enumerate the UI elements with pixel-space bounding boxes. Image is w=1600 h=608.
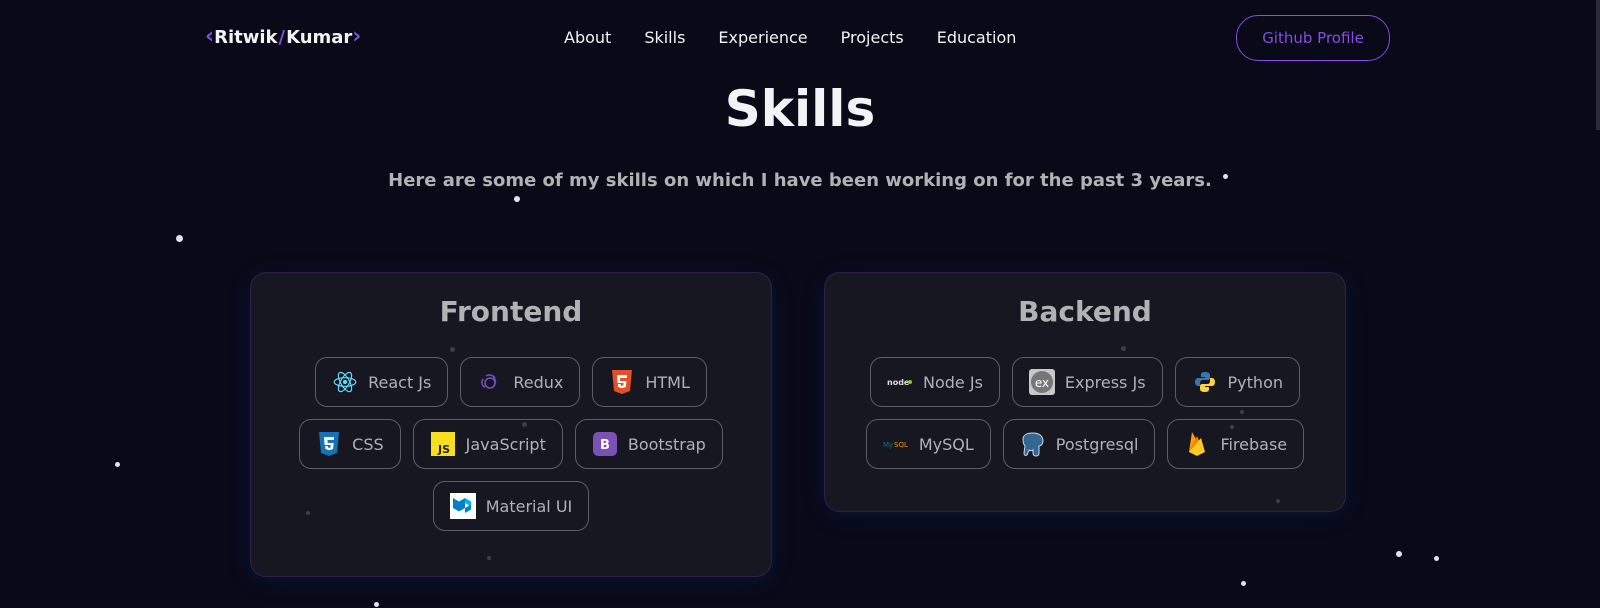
skill-label: JavaScript (465, 434, 546, 454)
svg-text:SQL: SQL (894, 441, 908, 449)
skill-list: React Js Redux HTML CSS JS JavaScript B … (251, 357, 771, 531)
star-dot (1434, 556, 1439, 561)
skill-chip: ex Express Js (1011, 357, 1163, 407)
chevron-left-icon: ‹ (205, 24, 215, 49)
skill-label: MySQL (918, 434, 974, 454)
logo-last-name: Kumar (286, 26, 353, 48)
skill-card-frontend: Frontend React Js Redux HTML CSS JS Java… (250, 272, 772, 577)
nav-link-projects[interactable]: Projects (841, 28, 904, 47)
python-icon (1192, 369, 1218, 395)
star-dot (522, 422, 527, 427)
star-dot (1276, 499, 1280, 503)
bootstrap-icon: B (592, 431, 618, 457)
skill-label: Python (1227, 372, 1283, 392)
navbar: ‹ Ritwik / Kumar › About Skills Experien… (0, 0, 1600, 76)
star-dot (1230, 425, 1234, 429)
nav-link-skills[interactable]: Skills (644, 28, 685, 47)
svg-text:ex: ex (1035, 376, 1049, 390)
star-dot (1240, 410, 1244, 414)
skill-chip: Postgresql (1002, 419, 1156, 469)
skill-label: Node Js (923, 372, 983, 392)
skill-chip: Firebase (1167, 419, 1305, 469)
star-dot (450, 347, 455, 352)
star-dot (176, 235, 183, 242)
skill-label: HTML (645, 372, 690, 392)
skill-chip: Material UI (432, 481, 590, 531)
svg-text:B: B (600, 438, 610, 453)
nodejs-icon: node (887, 369, 913, 395)
star-dot (1223, 174, 1228, 179)
skill-card-title: Frontend (439, 295, 583, 328)
skill-label: Postgresql (1055, 434, 1139, 454)
mysql-icon: My SQL (883, 431, 909, 457)
svg-text:My: My (883, 441, 893, 449)
svg-text:node: node (887, 378, 910, 387)
svg-text:JS: JS (437, 443, 450, 456)
section-subtitle: Here are some of my skills on which I ha… (388, 170, 1212, 191)
skill-label: React Js (368, 372, 432, 392)
skill-chip: JS JavaScript (412, 419, 563, 469)
skill-label: Express Js (1064, 372, 1146, 392)
skill-label: Redux (513, 372, 564, 392)
section-title: Skills (724, 80, 876, 138)
star-dot (115, 462, 120, 467)
html5-icon (609, 369, 635, 395)
chevron-right-icon: › (352, 24, 362, 49)
skill-card-backend: Backend node Node Js ex Express Js Pytho… (824, 272, 1346, 512)
logo-first-name: Ritwik (214, 26, 278, 48)
star-dot (487, 556, 491, 560)
javascript-icon: JS (430, 431, 456, 457)
logo-slash: / (278, 26, 286, 48)
material-ui-icon (449, 493, 476, 519)
skill-card-title: Backend (1018, 295, 1152, 328)
skill-chip: React Js (315, 357, 449, 407)
skill-chip: Python (1174, 357, 1300, 407)
redux-icon (477, 369, 503, 395)
nav-menu: About Skills Experience Projects Educati… (564, 28, 1049, 47)
star-dot (514, 196, 520, 202)
star-dot (1241, 581, 1246, 586)
skill-list: node Node Js ex Express Js Python My SQL … (825, 357, 1345, 469)
github-profile-button[interactable]: Github Profile (1236, 15, 1390, 61)
star-dot (1396, 551, 1402, 557)
postgresql-icon (1020, 431, 1046, 457)
skill-label: Firebase (1220, 434, 1288, 454)
skill-label: Material UI (485, 496, 573, 516)
express-icon: ex (1028, 369, 1055, 395)
nav-link-experience[interactable]: Experience (718, 28, 807, 47)
skill-chip: HTML (592, 357, 707, 407)
css3-icon (316, 431, 342, 457)
logo[interactable]: ‹ Ritwik / Kumar › (205, 26, 361, 48)
firebase-icon (1184, 431, 1210, 457)
skill-chip: B Bootstrap (574, 419, 723, 469)
skill-label: CSS (352, 434, 384, 454)
skill-chip: Redux (460, 357, 581, 407)
skill-chip: CSS (299, 419, 401, 469)
star-dot (306, 511, 310, 515)
nav-link-about[interactable]: About (564, 28, 611, 47)
star-dot (1121, 346, 1126, 351)
react-icon (332, 369, 358, 395)
skill-label: Bootstrap (627, 434, 706, 454)
skill-chip: node Node Js (870, 357, 1000, 407)
nav-link-education[interactable]: Education (937, 28, 1017, 47)
star-dot (374, 602, 379, 607)
skill-chip: My SQL MySQL (865, 419, 991, 469)
